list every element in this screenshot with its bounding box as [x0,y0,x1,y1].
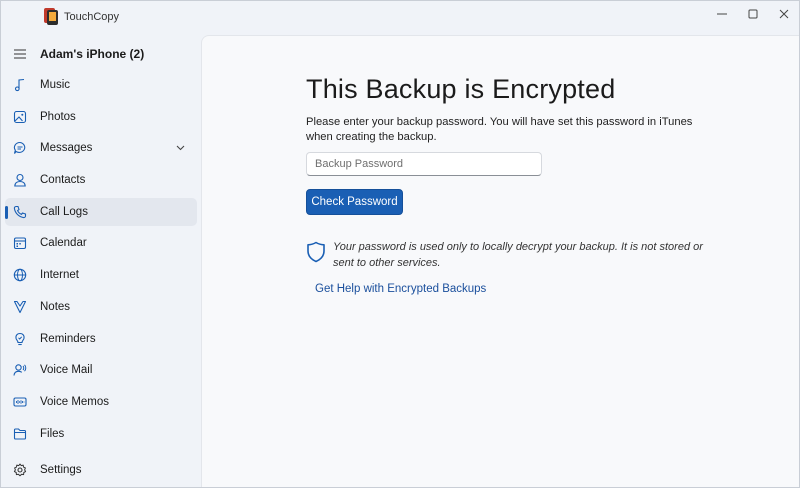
main-content: This Backup is Encrypted Please enter yo… [201,35,799,487]
sidebar-item-label: Voice Mail [40,364,93,377]
maximize-button[interactable] [736,3,770,25]
close-button[interactable] [767,3,799,25]
minimize-icon [717,13,727,15]
globe-icon [13,268,27,282]
notes-icon [13,300,27,314]
settings-label: Settings [40,464,82,476]
title-bar: TouchCopy [1,1,799,33]
gear-icon [13,463,27,477]
hamburger-icon[interactable] [13,48,27,60]
sidebar-item-voice-memos[interactable]: Voice Memos [5,388,197,416]
backup-password-input[interactable] [306,152,542,176]
sidebar-item-reminders[interactable]: Reminders [5,325,197,353]
description-text: Please enter your backup password. You w… [306,116,693,143]
sidebar-item-call-logs[interactable]: Call Logs [5,197,197,226]
close-icon [779,9,789,19]
sidebar-item-calendar[interactable]: Calendar [5,229,197,257]
reminder-icon [13,332,27,346]
voice-memo-icon [13,395,27,409]
sidebar-item-files[interactable]: Files [5,420,197,448]
sidebar-item-label: Photos [40,110,76,123]
minimize-button[interactable] [705,3,739,25]
device-name: Adam's iPhone (2) [40,47,145,61]
folder-icon [13,427,27,441]
sidebar-item-notes[interactable]: Notes [5,293,197,321]
sidebar: Adam's iPhone (2) Music Photos Messages [1,33,201,487]
music-note-icon [13,78,27,92]
sidebar-item-label: Files [40,427,65,440]
calendar-icon [13,236,27,250]
maximize-icon [748,9,758,19]
app-window: TouchCopy Adam's iPhone (2) Music Photos… [0,0,800,488]
sidebar-item-internet[interactable]: Internet [5,261,197,289]
photo-icon [13,110,27,124]
privacy-note: Your password is used only to locally de… [333,241,703,269]
sidebar-item-label: Voice Memos [40,395,110,408]
phone-icon [13,205,27,219]
sidebar-nav: Music Photos Messages Contacts Call Logs… [5,71,197,451]
chevron-down-icon[interactable] [176,143,185,152]
check-password-button[interactable]: Check Password [306,189,403,215]
sidebar-item-label: Call Logs [40,205,88,218]
sidebar-item-label: Notes [40,300,71,313]
app-title: TouchCopy [64,11,120,23]
sidebar-item-label: Calendar [40,237,87,250]
sidebar-item-settings[interactable]: Settings [5,456,197,484]
shield-icon [307,241,325,263]
person-icon [13,173,27,187]
sidebar-item-label: Internet [40,269,79,282]
sidebar-item-music[interactable]: Music [5,71,197,99]
sidebar-item-label: Messages [40,142,93,155]
sidebar-item-contacts[interactable]: Contacts [5,166,197,194]
sidebar-item-label: Music [40,79,71,91]
voicemail-icon [13,363,27,377]
sidebar-item-photos[interactable]: Photos [5,103,197,131]
sidebar-item-label: Reminders [40,332,96,345]
page-title: This Backup is Encrypted [306,74,616,104]
sidebar-item-label: Contacts [40,174,86,187]
sidebar-item-messages[interactable]: Messages [5,134,197,162]
sidebar-item-voice-mail[interactable]: Voice Mail [5,356,197,384]
message-bubble-icon [13,141,27,155]
encrypted-backups-help-link[interactable]: Get Help with Encrypted Backups [315,283,486,295]
touchcopy-logo-icon [44,8,58,25]
